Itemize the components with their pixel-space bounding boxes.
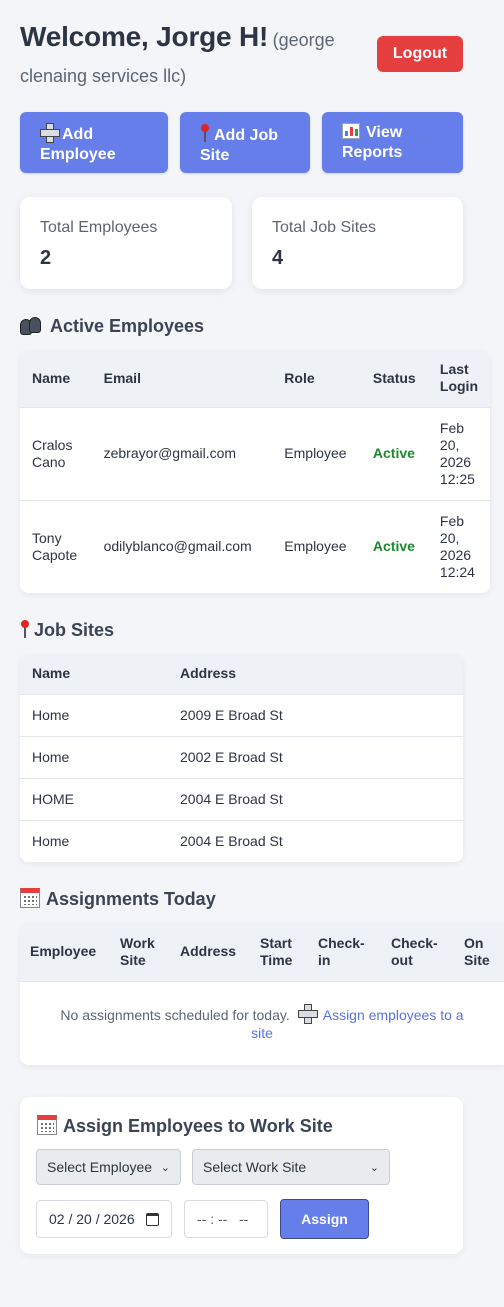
job-sites-heading: Job Sites — [20, 618, 114, 642]
pin-icon — [20, 619, 30, 639]
empty-message: No assignments scheduled for today. Assi… — [20, 980, 504, 1065]
column-header: Role — [272, 350, 361, 407]
column-header: Work Site — [110, 923, 170, 981]
employee-email: odilyblanco@gmail.com — [91, 499, 273, 593]
table-row: Home 2002 E Broad St — [20, 735, 463, 778]
page-header: Welcome, Jorge H! (george clenaing servi… — [20, 18, 360, 94]
add-employee-button[interactable]: Add Employee — [20, 112, 168, 173]
site-name: Home — [20, 735, 168, 778]
assign-form-title: Assign Employees to Work Site — [37, 1114, 333, 1138]
welcome-title: Welcome, Jorge H! — [20, 21, 269, 52]
logout-button[interactable]: Logout — [377, 36, 463, 72]
employee-role: Employee — [272, 499, 361, 593]
site-address: 2004 E Broad St — [168, 777, 463, 820]
chevron-down-icon: ⌄ — [160, 1161, 170, 1174]
employee-email: zebrayor@gmail.com — [91, 406, 273, 500]
stat-value: 2 — [40, 247, 52, 269]
status-badge: Active — [360, 499, 428, 593]
last-login: Feb 20, 2026 12:25 — [427, 406, 490, 500]
time-value: -- : -- -- — [197, 1211, 249, 1227]
pin-icon — [200, 123, 210, 143]
employee-select[interactable]: Select Employee ⌄ — [36, 1149, 181, 1185]
empty-text: No assignments scheduled for today. — [60, 1007, 290, 1024]
stat-card-job-sites: Total Job Sites 4 — [252, 197, 463, 289]
date-value: 02 / 20 / 2026 — [49, 1211, 135, 1227]
table-row: Home 2009 E Broad St — [20, 693, 463, 736]
table-row: Tony Capote odilyblanco@gmail.com Employ… — [20, 499, 490, 593]
work-site-select-value: Select Work Site — [203, 1159, 307, 1175]
employee-select-value: Select Employee — [47, 1159, 153, 1175]
column-header: On Site — [454, 923, 504, 981]
stat-label: Total Job Sites — [272, 219, 377, 236]
column-header: Employee — [20, 923, 110, 981]
status-badge: Active — [360, 406, 428, 500]
stat-value: 4 — [272, 247, 284, 269]
work-site-select[interactable]: Select Work Site ⌄ — [192, 1149, 390, 1185]
site-name: Home — [20, 819, 168, 862]
job-sites-table: Name Address Home 2009 E Broad St Home 2… — [20, 654, 463, 862]
table-row: HOME 2004 E Broad St — [20, 777, 463, 820]
calendar-icon — [37, 1115, 57, 1135]
calendar-picker-icon[interactable] — [146, 1212, 159, 1226]
column-header: Status — [360, 350, 428, 407]
column-header: Name — [20, 350, 92, 407]
employees-table: Name Email Role Status Last Login Cralos… — [20, 350, 490, 593]
assignments-table: Employee Work Site Address Start Time Ch… — [20, 923, 504, 1065]
column-header: Check-in — [308, 923, 381, 981]
column-header: Address — [170, 923, 250, 981]
employee-role: Employee — [272, 406, 361, 500]
site-name: Home — [20, 693, 168, 736]
assignments-heading: Assignments Today — [20, 887, 216, 911]
column-header: Start Time — [250, 923, 308, 981]
site-name: HOME — [20, 777, 168, 820]
people-icon — [20, 317, 42, 335]
chevron-down-icon: ⌄ — [369, 1161, 379, 1174]
table-row: Cralos Cano zebrayor@gmail.com Employee … — [20, 406, 490, 500]
bar-chart-icon — [342, 123, 360, 139]
column-header: Name — [20, 654, 168, 694]
column-header: Last Login — [427, 350, 490, 407]
plus-icon — [40, 123, 60, 143]
stat-card-employees: Total Employees 2 — [20, 197, 232, 289]
assign-button[interactable]: Assign — [280, 1199, 369, 1239]
site-address: 2002 E Broad St — [168, 735, 463, 778]
site-address: 2009 E Broad St — [168, 693, 463, 736]
assign-form: Assign Employees to Work Site Select Emp… — [20, 1097, 463, 1254]
column-header: Address — [168, 654, 463, 694]
active-employees-heading: Active Employees — [20, 314, 204, 338]
plus-icon — [297, 1004, 318, 1025]
calendar-icon — [20, 888, 40, 908]
employee-name: Tony Capote — [20, 499, 92, 593]
employee-name: Cralos Cano — [20, 406, 92, 500]
date-input[interactable]: 02 / 20 / 2026 — [36, 1200, 172, 1238]
add-job-site-button[interactable]: Add Job Site — [180, 112, 310, 173]
add-job-site-label: Add Job Site — [200, 127, 278, 164]
column-header: Check-out — [381, 923, 454, 981]
column-header: Email — [91, 350, 273, 407]
view-reports-button[interactable]: View Reports — [322, 112, 463, 173]
last-login: Feb 20, 2026 12:24 — [427, 499, 490, 593]
time-input[interactable]: -- : -- -- — [184, 1200, 268, 1238]
stat-label: Total Employees — [40, 219, 158, 236]
empty-row: No assignments scheduled for today. Assi… — [20, 980, 504, 1065]
table-row: Home 2004 E Broad St — [20, 819, 463, 862]
site-address: 2004 E Broad St — [168, 819, 463, 862]
